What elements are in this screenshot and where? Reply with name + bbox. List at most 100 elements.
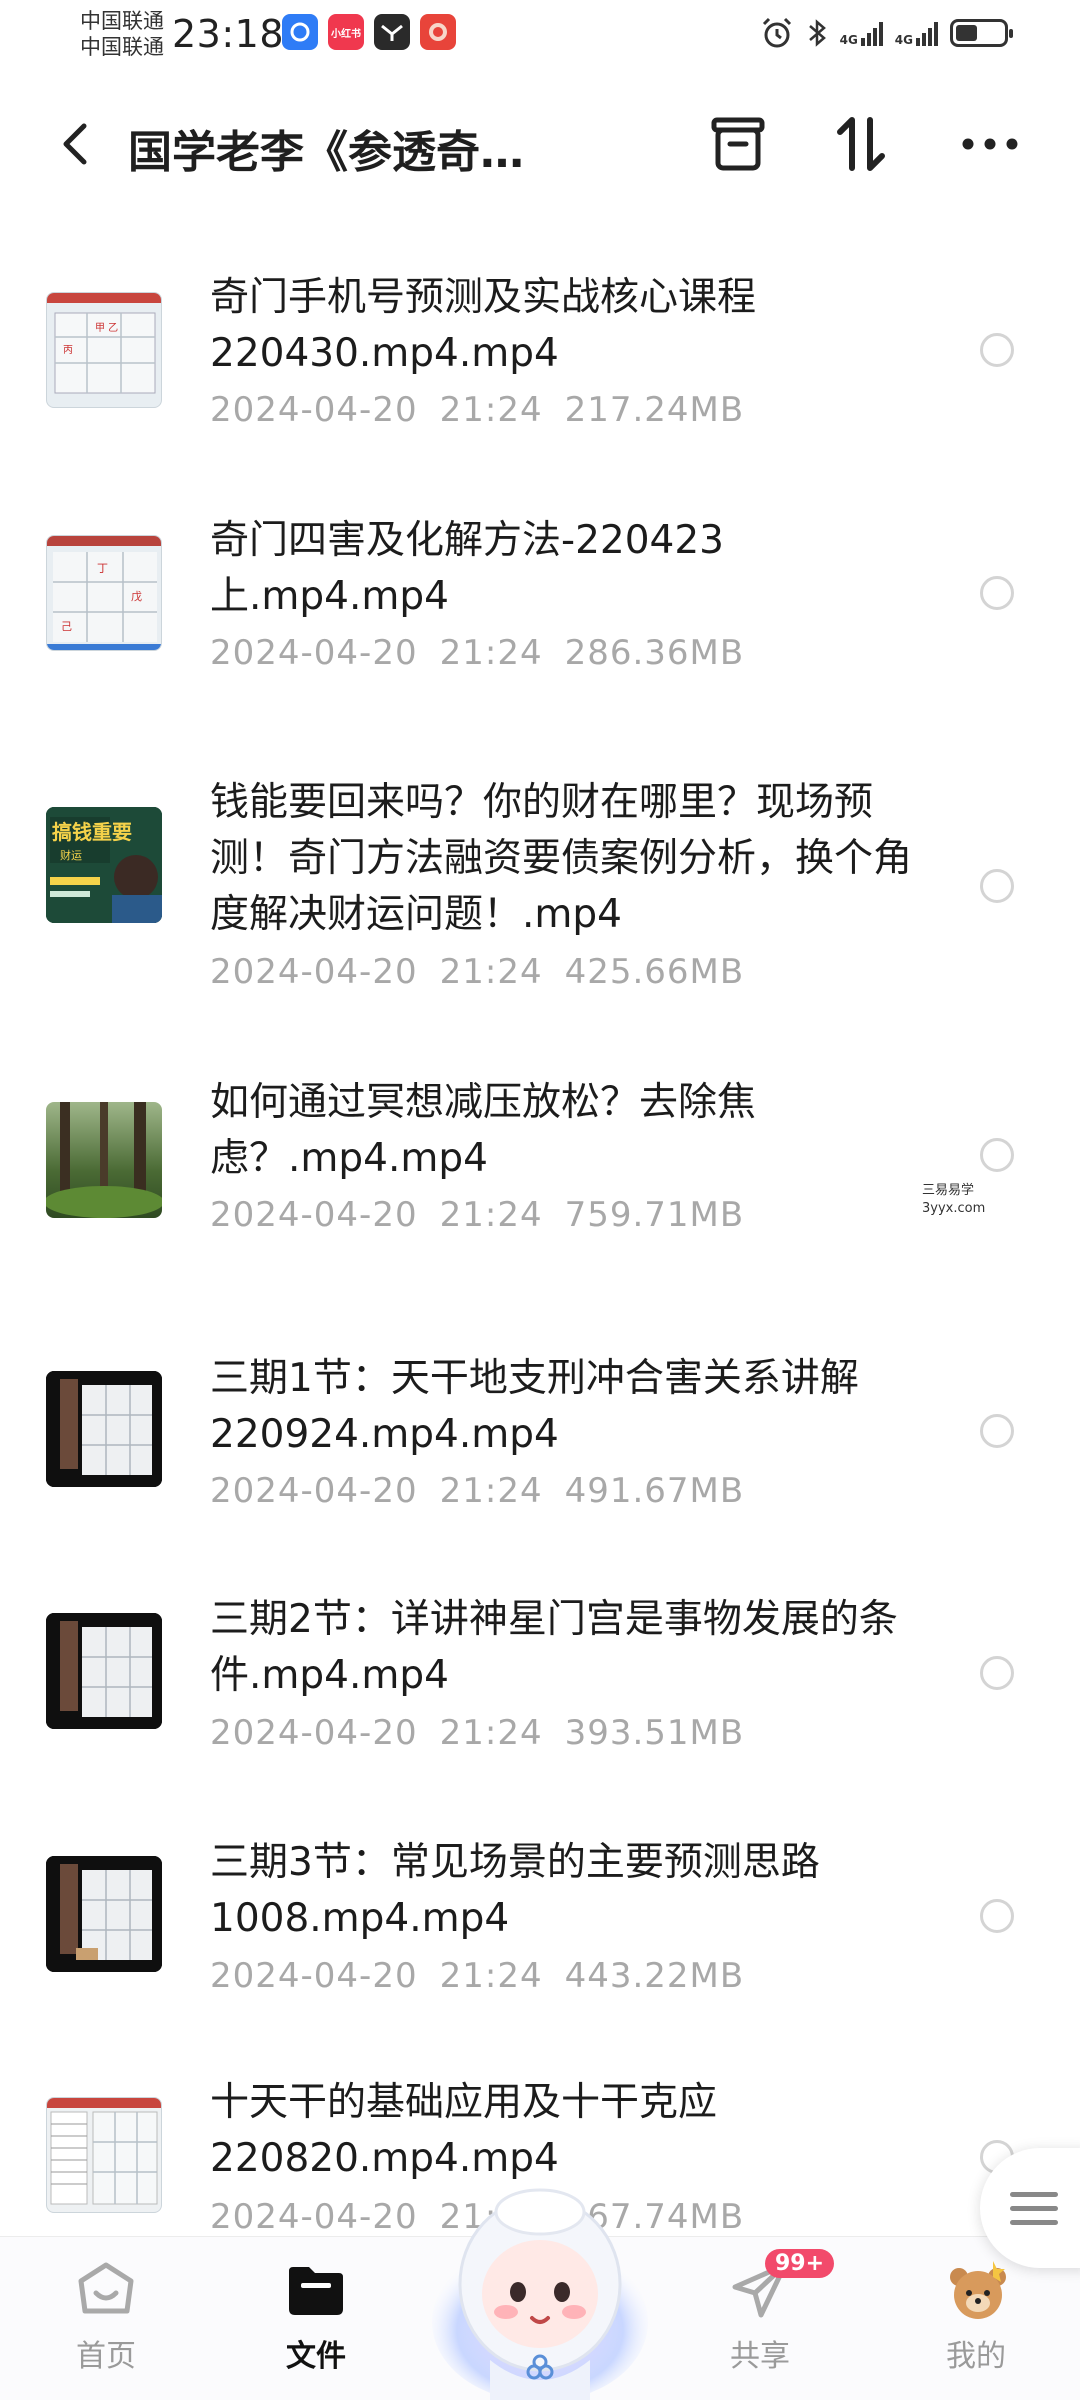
ai-assistant-button[interactable] [430, 2172, 650, 2400]
file-time: 21:24 [439, 1195, 543, 1235]
file-size: 217.24MB [564, 390, 745, 430]
file-date: 2024-04-20 [210, 1195, 418, 1235]
bear-avatar-icon [945, 2259, 1007, 2321]
archive-button[interactable] [706, 112, 770, 176]
menu-icon [1010, 2192, 1058, 2234]
file-date: 2024-04-20 [210, 1956, 418, 1996]
select-radio[interactable] [980, 1138, 1014, 1172]
watermark-line-1: 三易易学 [922, 1183, 975, 1198]
poster-text: 搞钱重要 [52, 820, 132, 844]
file-name: 十天干的基础应用及十干克应220820.mp4.mp4 [210, 2080, 718, 2181]
svg-text:丙: 丙 [63, 345, 73, 356]
carrier-2: 中国联通 [80, 35, 164, 59]
back-button[interactable] [48, 116, 104, 172]
app-notification-icon [374, 14, 410, 50]
file-date: 2024-04-20 [210, 1713, 418, 1753]
carrier-1: 中国联通 [80, 9, 164, 33]
video-thumbnail [46, 1102, 162, 1218]
xiaohongshu-icon: 小红书 [328, 14, 364, 50]
nav-home[interactable]: 首页 [36, 2259, 176, 2375]
select-radio[interactable] [980, 1899, 1014, 1933]
file-meta: 2024-04-20 21:24 393.51MB [210, 1713, 744, 1753]
sort-icon [837, 117, 885, 171]
watermark-line-2: 3yyx.com [922, 1201, 986, 1216]
sort-button[interactable] [830, 112, 894, 176]
file-meta: 2024-04-20 21:24 286.36MB [210, 633, 744, 673]
file-row[interactable]: 丁戊己 奇门四害及化解方法-220423上.mp4.mp4 2024-04-20… [0, 493, 1080, 693]
signal-icon [916, 20, 938, 46]
file-row[interactable]: 三期1节：天干地支刑冲合害关系讲解220924.mp4.mp4 2024-04-… [0, 1297, 1080, 1511]
signal-icon [860, 20, 883, 46]
nav-home-label: 首页 [76, 2339, 136, 2374]
select-radio[interactable] [980, 576, 1014, 610]
video-thumbnail: 丁戊己 [46, 535, 162, 651]
file-name: 钱能要回来吗？你的财在哪里？现场预测！奇门方法融资要债案例分析，换个角度解决财运… [210, 780, 913, 937]
svg-text:甲 乙: 甲 乙 [95, 322, 118, 334]
alarm-icon [762, 17, 791, 48]
file-name: 如何通过冥想减压放松？去除焦虑？.mp4.mp4 [210, 1080, 757, 1181]
file-time: 21:24 [439, 633, 543, 673]
file-name: 三期2节：详讲神星门宫是事物发展的条件.mp4.mp4 [210, 1597, 898, 1698]
status-time: 23:18 [172, 12, 285, 56]
folder-title: 国学老李《参透奇… [128, 127, 524, 178]
file-size: 759.71MB [564, 1195, 745, 1235]
network-type-1: 4G [839, 33, 858, 47]
nav-share[interactable]: 99+ 共享 [690, 2249, 835, 2375]
select-radio[interactable] [980, 869, 1014, 903]
file-row[interactable]: 搞钱重要财运 钱能要回来吗？你的财在哪里？现场预测！奇门方法融资要债案例分析，换… [0, 755, 1080, 1015]
signal-2: 4G [895, 20, 938, 46]
file-name: 奇门四害及化解方法-220423上.mp4.mp4 [210, 518, 724, 619]
video-thumbnail [46, 2097, 162, 2213]
file-row[interactable]: 甲 乙丙 奇门手机号预测及实战核心课程220430.mp4.mp4 2024-0… [0, 250, 1080, 450]
nav-files-label: 文件 [286, 2339, 346, 2374]
nav-files[interactable]: 文件 [246, 2259, 386, 2375]
file-size: 286.36MB [564, 633, 745, 673]
file-size: 393.51MB [564, 1713, 745, 1753]
select-radio[interactable] [980, 1656, 1014, 1690]
app-notification-icon [420, 14, 456, 50]
file-size: 491.67MB [564, 1471, 745, 1511]
signal-1: 4G [840, 20, 883, 46]
file-row[interactable]: 如何通过冥想减压放松？去除焦虑？.mp4.mp4 2024-04-20 21:24… [0, 1055, 1080, 1255]
file-time: 21:24 [439, 1713, 543, 1753]
nav-mine[interactable]: 我的 [906, 2259, 1046, 2375]
file-size: 425.66MB [564, 952, 745, 992]
notification-app-icons: 小红书 [282, 14, 456, 50]
file-date: 2024-04-20 [210, 1471, 418, 1511]
file-date: 2024-04-20 [210, 952, 418, 992]
status-indicators: 4G 4G [760, 16, 1013, 50]
video-thumbnail [46, 1856, 162, 1972]
video-thumbnail: 搞钱重要财运 [46, 807, 162, 923]
file-date: 2024-04-20 [210, 633, 418, 673]
file-size: 443.22MB [564, 1956, 745, 1996]
select-radio[interactable] [980, 1414, 1014, 1448]
file-time: 21:24 [439, 952, 543, 992]
video-thumbnail: 甲 乙丙 [46, 292, 162, 408]
status-bar: 中国联通 中国联通 23:18 小红书 4G 4G [0, 0, 1080, 72]
svg-text:财运: 财运 [60, 848, 82, 862]
file-time: 21:24 [439, 390, 543, 430]
more-button[interactable] [958, 112, 1022, 176]
top-bar: 国学老李《参透奇… [0, 100, 1080, 190]
chevron-left-icon [63, 123, 87, 165]
file-meta: 2024-04-20 21:24 491.67MB [210, 1471, 744, 1511]
svg-text:戊: 戊 [131, 590, 142, 603]
file-row[interactable]: 三期3节：常见场景的主要预测思路1008.mp4.mp4 2024-04-20 2… [0, 1783, 1080, 1996]
battery-icon [950, 19, 1013, 47]
file-meta: 2024-04-20 21:24 443.22MB [210, 1956, 744, 1996]
app-notification-icon [282, 14, 318, 50]
file-meta: 2024-04-20 21:24 759.71MB [210, 1195, 744, 1235]
more-icon [962, 138, 1018, 150]
file-date: 2024-04-20 [210, 390, 418, 430]
nav-share-label: 共享 [730, 2339, 790, 2374]
folder-icon [285, 2259, 347, 2321]
archive-icon [711, 117, 765, 171]
file-meta: 2024-04-20 21:24 425.66MB [210, 952, 744, 992]
select-radio[interactable] [980, 333, 1014, 367]
network-type-2: 4G [894, 33, 913, 47]
file-time: 21:24 [439, 1471, 543, 1511]
watermark: 三易易学 3yyx.com [922, 1182, 985, 1218]
mascot-icon [432, 2188, 648, 2400]
send-icon: 99+ [729, 2249, 835, 2321]
file-row[interactable]: 三期2节：详讲神星门宫是事物发展的条件.mp4.mp4 2024-04-20 21… [0, 1540, 1080, 1753]
